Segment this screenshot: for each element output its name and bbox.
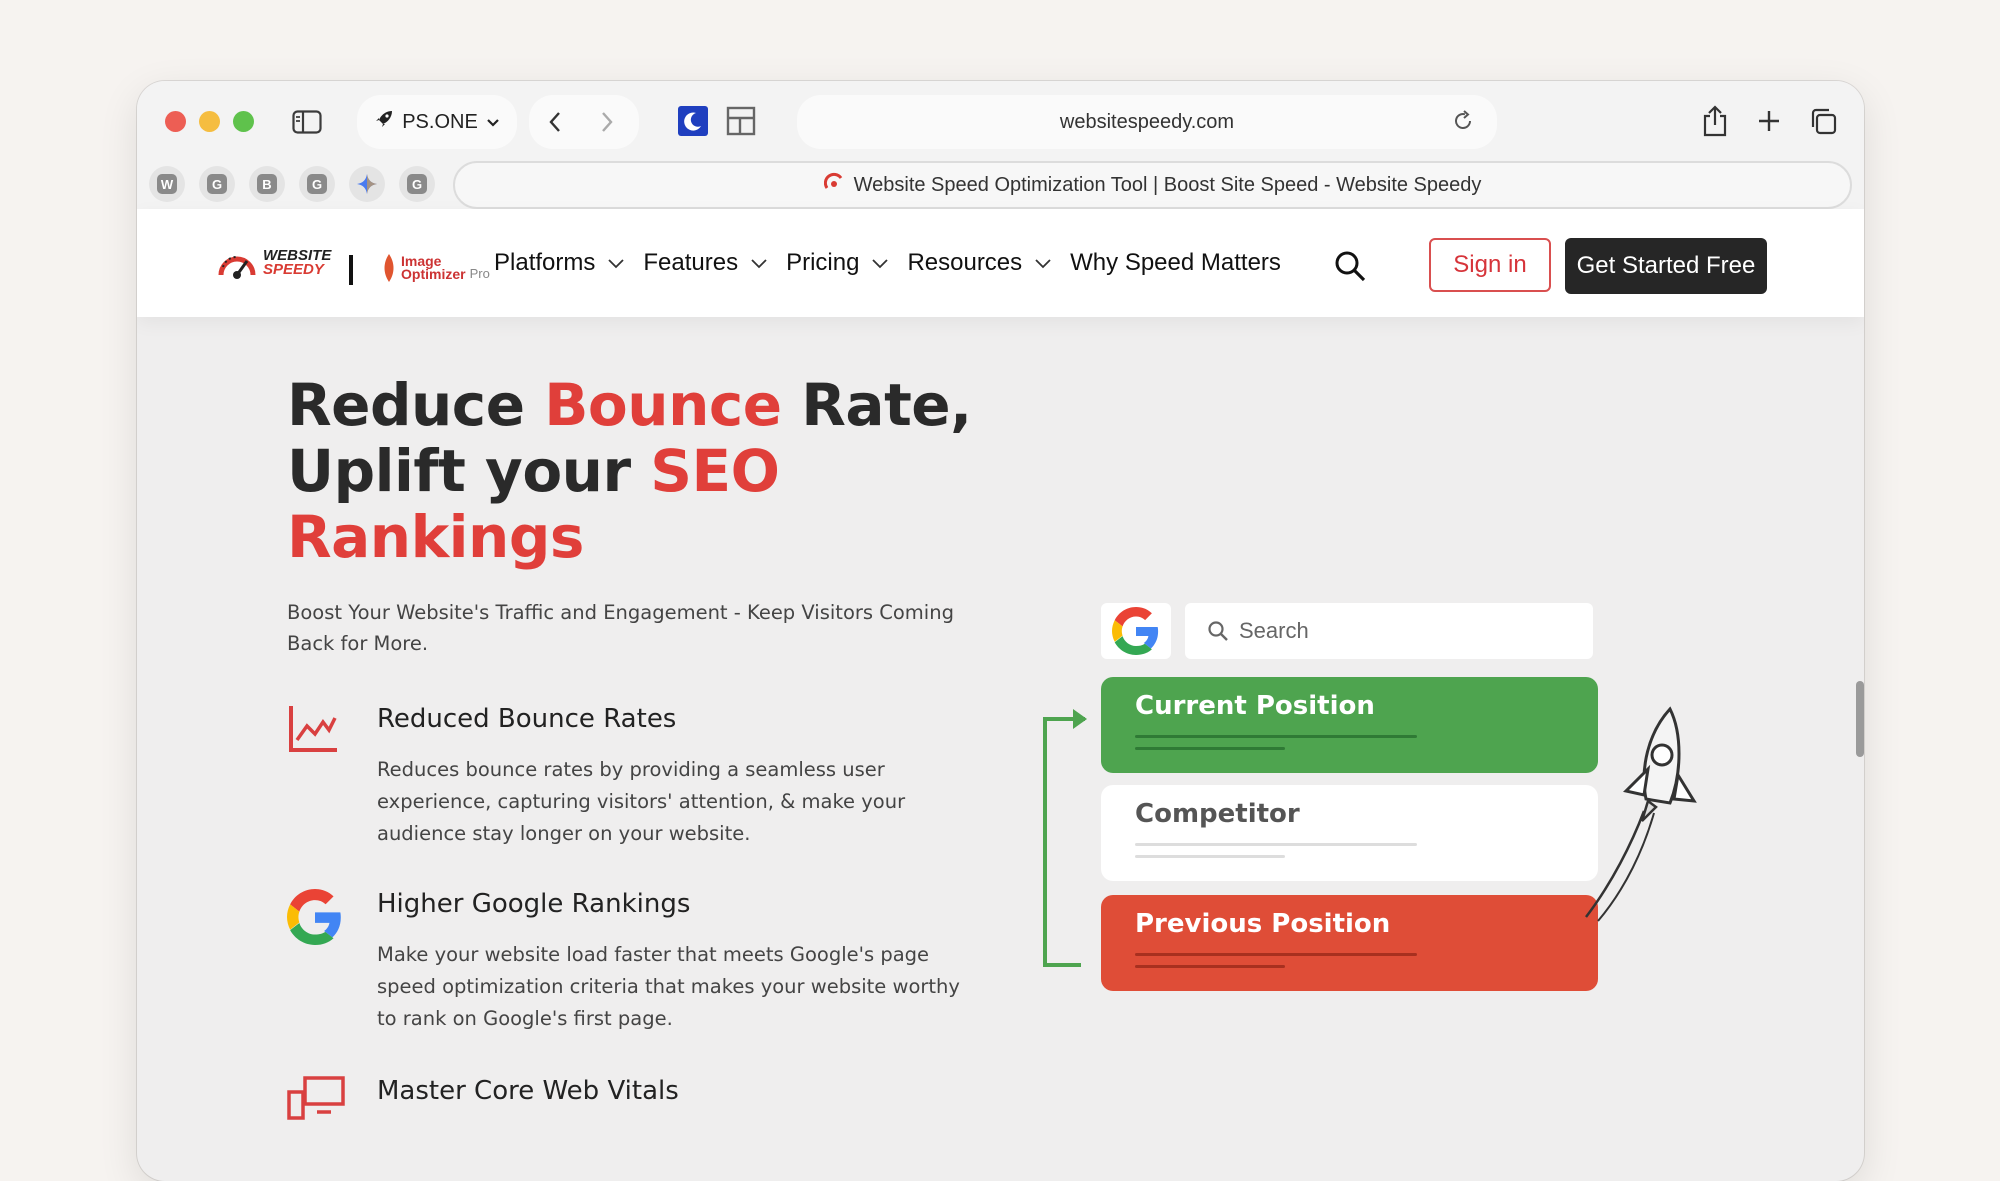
competitor-card: Competitor [1101, 785, 1598, 881]
devices-icon [287, 1076, 347, 1125]
layout-extension-icon[interactable] [725, 105, 757, 137]
site-header: WEBSITE SPEEDY Image Optimizer Pro Platf… [137, 209, 1864, 317]
sidebar-toggle-icon[interactable] [287, 105, 327, 139]
speedometer-icon [218, 256, 256, 279]
chevron-down-icon [751, 259, 767, 269]
url-text: websitespeedy.com [1059, 110, 1235, 133]
hero-title: Reduce Bounce Rate, Uplift your SEO Rank… [287, 371, 972, 571]
website-speedy-logo[interactable]: WEBSITE SPEEDY [217, 245, 331, 281]
main-nav: Platforms Features Pricing Resources Why… [494, 249, 1281, 277]
chevron-down-icon [608, 259, 624, 269]
share-icon[interactable] [1697, 103, 1733, 139]
forward-button[interactable] [589, 105, 625, 139]
sign-in-button[interactable]: Sign in [1429, 238, 1551, 292]
close-window-button[interactable] [165, 111, 186, 132]
search-icon[interactable] [1333, 249, 1367, 288]
back-button[interactable] [537, 105, 573, 139]
pinned-tab-3[interactable]: B [249, 166, 285, 202]
rocket-icon [374, 109, 394, 135]
google-g-icon [1112, 607, 1159, 655]
favicon-icon [823, 172, 844, 198]
maximize-window-button[interactable] [233, 111, 254, 132]
rocket-illustration-icon [1582, 703, 1702, 928]
ranking-arrow-icon [1037, 701, 1087, 976]
address-bar[interactable]: websitespeedy.com [797, 95, 1497, 149]
pinned-tab-4[interactable]: G [299, 166, 335, 202]
nav-why-speed-matters[interactable]: Why Speed Matters [1070, 249, 1281, 277]
reload-icon[interactable] [1451, 109, 1475, 139]
dark-mode-extension-icon[interactable] [677, 105, 709, 137]
google-g-icon [287, 889, 343, 950]
pinned-tab-gemini[interactable] [349, 166, 385, 202]
chart-line-icon [287, 704, 339, 759]
tab-title: Website Speed Optimization Tool | Boost … [853, 173, 1482, 196]
new-tab-icon[interactable] [1751, 103, 1787, 139]
pinned-tab-5[interactable]: G [399, 166, 435, 202]
nav-platforms[interactable]: Platforms [494, 249, 643, 277]
profile-label: PS.ONE [402, 110, 478, 133]
pinned-tab-1[interactable]: W [149, 166, 185, 202]
page-scrollbar[interactable] [1856, 681, 1864, 757]
search-icon [1208, 621, 1228, 641]
nav-features[interactable]: Features [643, 249, 786, 277]
browser-toolbar: PS.ONE websitespeedy.com W G B G G Websi… [137, 81, 1864, 209]
get-started-button[interactable]: Get Started Free [1565, 238, 1767, 294]
chevron-down-icon [1035, 259, 1051, 269]
chevron-down-icon [872, 259, 889, 269]
current-position-card: Current Position [1101, 677, 1598, 773]
chevron-down-icon [486, 111, 500, 134]
sparkle-icon [357, 174, 377, 194]
nav-pricing[interactable]: Pricing [786, 249, 907, 277]
logo-divider [349, 255, 353, 285]
profile-switcher[interactable]: PS.ONE [357, 95, 517, 149]
minimize-window-button[interactable] [199, 111, 220, 132]
flame-icon [384, 254, 394, 282]
active-tab[interactable]: Website Speed Optimization Tool | Boost … [453, 161, 1852, 209]
hero-subtitle: Boost Your Website's Traffic and Engagem… [287, 601, 954, 655]
pinned-tab-2[interactable]: G [199, 166, 235, 202]
google-logo-box [1101, 603, 1171, 659]
illustration-search-box: Search [1185, 603, 1593, 659]
image-optimizer-logo[interactable]: Image Optimizer Pro [381, 253, 490, 283]
previous-position-card: Previous Position [1101, 895, 1598, 991]
nav-resources[interactable]: Resources [907, 249, 1070, 277]
tab-overview-icon[interactable] [1805, 103, 1841, 139]
